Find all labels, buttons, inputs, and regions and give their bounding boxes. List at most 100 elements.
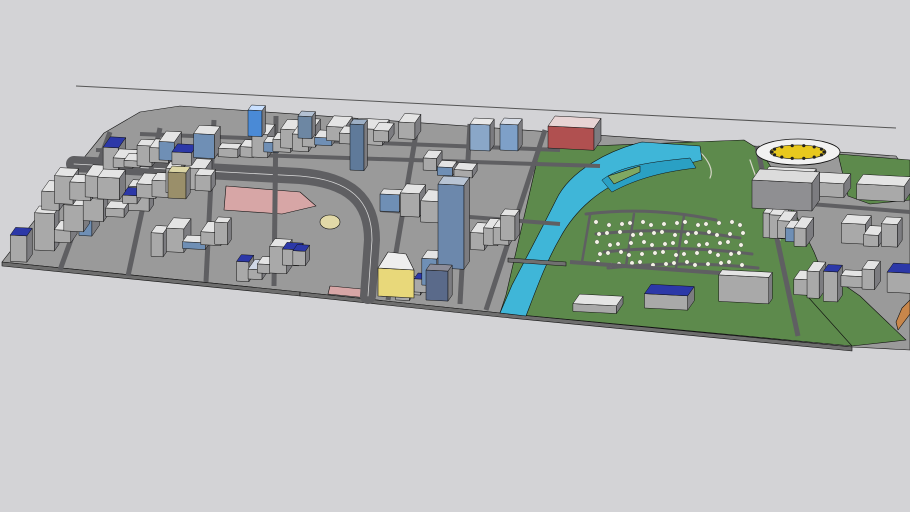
stadium-pillar <box>802 156 806 160</box>
tree <box>737 222 743 228</box>
tree <box>619 221 625 227</box>
building-front <box>751 179 813 212</box>
building-b10-2 <box>398 113 422 140</box>
tree <box>604 230 610 236</box>
building-front <box>257 263 271 274</box>
building-front <box>437 183 465 270</box>
building-roof <box>425 263 453 272</box>
tree <box>672 232 678 238</box>
building-front <box>861 268 875 290</box>
tree <box>739 262 745 268</box>
tree <box>674 220 680 226</box>
building-b14-0 <box>572 293 624 314</box>
tree <box>596 231 602 237</box>
tree <box>682 219 688 225</box>
stadium-seats <box>769 144 827 160</box>
building-front <box>379 193 400 213</box>
tower-5 <box>499 117 523 152</box>
tree <box>728 251 734 257</box>
tree <box>681 251 687 257</box>
tree <box>628 240 634 246</box>
building-front <box>9 234 28 263</box>
building-front <box>499 123 519 152</box>
tree <box>684 259 690 265</box>
building-b16-2 <box>823 264 843 303</box>
tree <box>692 262 698 268</box>
tree <box>717 240 723 246</box>
building-front <box>292 250 306 267</box>
building-b4-5 <box>292 244 310 267</box>
building-front <box>886 271 910 294</box>
building-front <box>97 176 120 201</box>
stadium-pillar <box>822 150 826 154</box>
tree <box>639 251 645 257</box>
building-roof <box>644 284 695 297</box>
tree <box>660 249 666 255</box>
tree <box>725 239 731 245</box>
stadium-pillar <box>812 145 816 149</box>
tree <box>659 229 665 235</box>
building-front <box>247 109 263 137</box>
building-front <box>63 204 84 233</box>
sketchup-viewport[interactable] <box>0 0 910 512</box>
building-front <box>349 123 365 171</box>
building-roof <box>349 118 368 125</box>
tree <box>641 239 647 245</box>
tower-4 <box>167 165 191 200</box>
building-front <box>425 269 449 302</box>
domed-building <box>319 214 341 230</box>
tree <box>727 231 733 237</box>
stadium-base <box>751 168 820 212</box>
tree <box>693 230 699 236</box>
tree <box>594 239 600 245</box>
building-b3-0 <box>150 225 169 258</box>
building-front <box>840 275 864 288</box>
building-b11-0 <box>379 188 404 213</box>
tower-2 <box>349 118 368 171</box>
building-roof <box>218 142 242 150</box>
building-b14-1 <box>644 284 695 311</box>
tree <box>637 259 643 265</box>
building-front <box>297 115 313 139</box>
building-front <box>218 147 239 158</box>
tree <box>715 252 721 258</box>
building-front <box>122 194 138 205</box>
tree <box>705 261 711 267</box>
tree <box>714 232 720 238</box>
building-front <box>34 212 55 252</box>
building-front <box>150 232 164 258</box>
building-roof <box>499 117 523 126</box>
tree <box>706 229 712 235</box>
tree <box>673 252 679 258</box>
stadium-pillar <box>770 150 774 154</box>
tree <box>626 252 632 258</box>
tree <box>729 219 735 225</box>
blue-glass-tower <box>247 104 266 137</box>
building-b19-2 <box>856 174 910 203</box>
building-roof <box>572 293 624 307</box>
tree <box>703 221 709 227</box>
tree <box>671 260 677 266</box>
stadium-pillar <box>819 147 824 151</box>
tree <box>597 251 603 257</box>
red-roof-building <box>547 115 602 151</box>
building-front <box>105 207 125 218</box>
building-front <box>469 123 491 152</box>
stadium <box>755 138 841 166</box>
building-b3-4 <box>214 216 232 246</box>
city-model-scene <box>1 85 910 352</box>
building-b18-2 <box>881 216 903 248</box>
tree <box>683 239 689 245</box>
tree <box>696 242 702 248</box>
building-front <box>644 293 688 311</box>
building-front <box>167 171 187 200</box>
tower-6 <box>469 117 495 152</box>
stadium-pillar <box>780 155 784 159</box>
building-side <box>463 177 470 270</box>
stadium-pillar <box>780 145 784 149</box>
building-b5-4 <box>97 168 126 201</box>
tree <box>630 232 636 238</box>
building-b14-2 <box>718 269 773 305</box>
building-roof <box>379 188 404 196</box>
building-front <box>823 271 838 303</box>
